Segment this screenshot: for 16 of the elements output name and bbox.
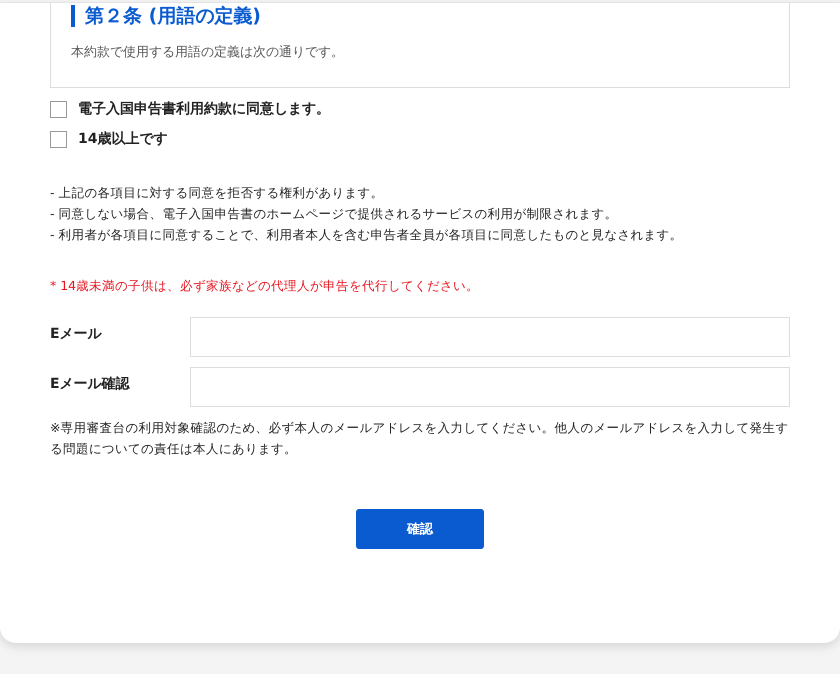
- input-field[interactable]: [190, 317, 790, 357]
- checkbox-label: 電子入国申告書利用約款に同意します。: [78, 100, 330, 118]
- input-field[interactable]: [190, 367, 790, 407]
- notice-text: - 上記の各項目に対する同意を拒否する権利があります。: [50, 184, 384, 202]
- checkbox[interactable]: [50, 100, 67, 118]
- terms-heading: 第２条 (用語の定義): [71, 5, 769, 27]
- field-label: Eメール: [50, 325, 103, 343]
- field-label: Eメール確認: [50, 375, 131, 393]
- terms-paragraph: 本約款で使用する用語の定義は次の通りです。: [71, 44, 345, 61]
- notice-text: - 利用者が各項目に同意することで、利用者本人を含む申告者全員が各項目に同意したものと見なされます。: [50, 226, 684, 244]
- confirm-button[interactable]: 確認: [356, 509, 484, 549]
- checkbox[interactable]: [50, 130, 67, 148]
- notice-text: - 同意しない場合、電子入国申告書のホームページで提供されるサービスの利用が制限されます。: [50, 205, 618, 223]
- warning-text: * 14歳未満の子供は、必ず家族などの代理人が申告を代行してください。: [50, 278, 480, 295]
- checkbox-label: 14歳以上です: [78, 130, 168, 148]
- email-note: ※専用審査台の利用対象確認のため、必ず本人のメールアドレスを入力してください。他人のメールアドレスを入力して発生する問題についての責任は本人にあります。: [50, 419, 790, 458]
